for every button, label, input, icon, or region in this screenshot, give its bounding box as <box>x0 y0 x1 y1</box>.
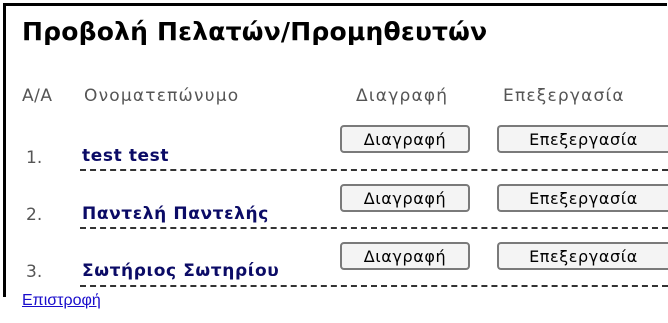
header-delete: Διαγραφή <box>356 86 449 106</box>
edit-button[interactable]: Επεξεργασία <box>497 125 668 153</box>
row-name: Παντελή Παντελής <box>82 204 269 224</box>
table-row: 1. test test Διαγραφή Επεξεργασία <box>0 120 668 180</box>
row-number: 3. <box>26 262 43 282</box>
page-title: Προβολή Πελατών/Προμηθευτών <box>22 17 488 46</box>
row-number: 1. <box>26 148 43 168</box>
row-number: 2. <box>26 205 43 225</box>
row-divider <box>80 169 668 171</box>
header-index: Α/Α <box>22 86 53 106</box>
edit-button[interactable]: Επεξεργασία <box>497 184 668 212</box>
row-divider <box>80 285 668 287</box>
delete-button[interactable]: Διαγραφή <box>340 242 470 270</box>
row-name: Σωτήριος Σωτηρίου <box>82 261 280 281</box>
table-row: 3. Σωτήριος Σωτηρίου Διαγραφή Επεξεργασί… <box>0 234 668 294</box>
row-name: test test <box>82 146 170 166</box>
table-row: 2. Παντελή Παντελής Διαγραφή Επεξεργασία <box>0 177 668 237</box>
delete-button[interactable]: Διαγραφή <box>340 184 470 212</box>
back-link[interactable]: Επιστροφή <box>22 292 101 310</box>
edit-button[interactable]: Επεξεργασία <box>497 242 668 270</box>
header-name: Ονοματεπώνυμο <box>84 86 240 106</box>
row-divider <box>80 227 668 229</box>
delete-button[interactable]: Διαγραφή <box>340 125 470 153</box>
header-edit: Επεξεργασία <box>503 86 625 106</box>
